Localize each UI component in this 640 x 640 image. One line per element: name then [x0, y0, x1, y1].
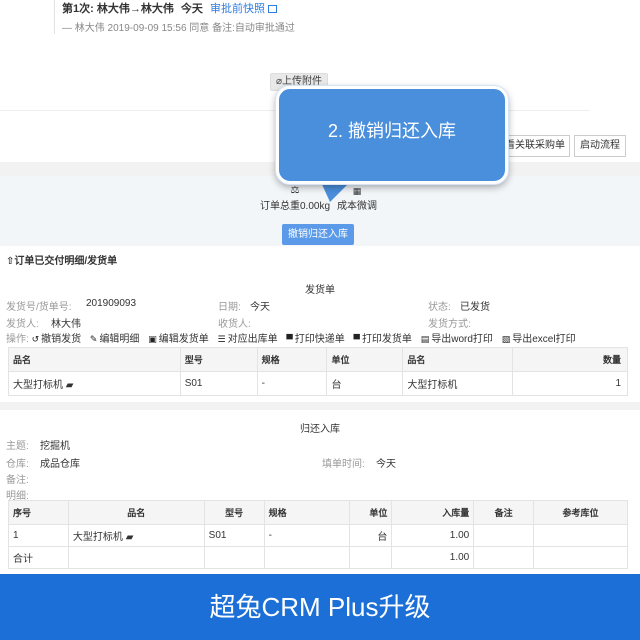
folder-icon[interactable]: ▰	[126, 532, 134, 543]
revoke-ship-button[interactable]: ↺ 撤销发货	[32, 334, 82, 345]
column-header: 备注	[473, 500, 535, 525]
start-flow-button[interactable]: 启动流程	[574, 135, 626, 157]
print-shipping-button[interactable]: ▀ 打印发货单	[354, 334, 412, 345]
timeline-line	[54, 0, 55, 34]
folder-icon[interactable]: ▰	[66, 380, 74, 391]
ship-status-value: 已发货	[460, 302, 490, 313]
export-excel-button[interactable]: ▧ 导出excel打印	[502, 334, 576, 345]
table-cell: 大型打标机 ▰	[8, 371, 181, 396]
print-express-button[interactable]: ▀ 打印快递单	[286, 334, 344, 345]
revoke-return-button[interactable]: 撤销归还入库	[282, 224, 354, 245]
table-cell	[473, 524, 535, 547]
print-icon: ▀	[353, 334, 360, 344]
edit-shipping-button[interactable]: ▣ 编辑发货单	[148, 334, 209, 345]
table-cell: 台	[326, 371, 404, 396]
image-icon[interactable]	[267, 5, 277, 13]
warehouse-label: 仓库:	[6, 459, 29, 470]
word-icon: ▤	[420, 334, 430, 344]
total-label: 合计	[8, 546, 69, 569]
total-row: 合计 1.00	[8, 546, 628, 569]
table-cell: -	[256, 371, 328, 396]
shipping-table: 品名 型号 规格 单位 品名 数量 大型打标机 ▰ S01 - 台 大型打标机 …	[8, 347, 628, 396]
table-cell	[533, 524, 628, 547]
section-title: ⇧订单已交付明细/发货单	[6, 256, 118, 267]
ops-label: 操作:	[6, 334, 29, 345]
approval-round: 第1次:	[62, 3, 94, 15]
column-header: 数量	[512, 347, 628, 372]
column-header: 单位	[326, 347, 404, 372]
sender-value: 林大伟	[51, 319, 81, 330]
total-qty: 1.00	[391, 546, 475, 569]
column-header: 入库量	[391, 500, 475, 525]
table-cell: 大型打标机	[402, 371, 514, 396]
ship-method-label: 发货方式:	[428, 319, 471, 330]
approval-time: 今天	[180, 3, 203, 15]
table-cell	[349, 546, 393, 569]
table-row: 1 大型打标机 ▰ S01 - 台 1.00	[8, 524, 628, 547]
fill-time-value: 今天	[376, 459, 396, 470]
banner-text: 超兔CRM Plus升级	[209, 592, 431, 622]
table-header: 品名 型号 规格 单位 品名 数量	[8, 347, 628, 372]
column-header: 序号	[8, 500, 69, 525]
column-header: 型号	[179, 347, 258, 372]
table-cell: -	[263, 524, 351, 547]
column-header: 品名	[402, 347, 514, 372]
column-header: 参考库位	[533, 500, 628, 525]
return-table: 序号 品名 型号 规格 单位 入库量 备注 参考库位 1 大型打标机 ▰ S01…	[8, 500, 628, 569]
warehouse-value: 成品仓库	[40, 459, 80, 470]
column-header: 规格	[256, 347, 328, 372]
approval-record: 第1次: 林大伟→林大伟 今天 审批前快照	[62, 0, 277, 16]
column-header: 规格	[263, 500, 351, 525]
subject-value: 挖掘机	[40, 441, 70, 452]
approval-path: 林大伟→林大伟	[96, 3, 174, 15]
fill-time-label: 填单时间:	[322, 459, 365, 470]
table-header: 序号 品名 型号 规格 单位 入库量 备注 参考库位	[8, 500, 628, 525]
table-cell: S01	[179, 371, 258, 396]
table-cell	[533, 546, 628, 569]
ship-no-value: 201909093	[86, 298, 137, 309]
divider	[0, 402, 640, 410]
note-label: 备注:	[6, 475, 29, 486]
excel-icon: ▧	[501, 334, 511, 344]
table-cell: 大型打标机 ▰	[67, 524, 205, 547]
table-cell	[203, 546, 265, 569]
table-cell	[67, 546, 205, 569]
print-icon: ▀	[286, 334, 293, 344]
snapshot-link[interactable]: 审批前快照	[210, 3, 265, 15]
table-cell: 台	[349, 524, 393, 547]
callout-text: 2. 撤销归还入库	[327, 121, 456, 141]
table-cell: S01	[203, 524, 265, 547]
outbound-order-button[interactable]: ☰ 对应出库单	[218, 334, 278, 345]
column-header: 品名	[67, 500, 205, 525]
edit-icon: ▣	[148, 334, 157, 344]
ship-date-label: 日期:	[218, 302, 241, 313]
ship-no-label: 发货号/货单号:	[6, 302, 72, 313]
undo-icon: ↺	[31, 334, 40, 344]
shipping-title: 发货单	[305, 285, 335, 296]
export-word-button[interactable]: ▤ 导出word打印	[421, 334, 493, 345]
pencil-icon: ✎	[89, 334, 98, 344]
column-header: 品名	[8, 347, 181, 372]
related-purchase-button[interactable]: 看关联采购单	[500, 135, 570, 157]
column-header: 型号	[203, 500, 265, 525]
approval-detail: — 林大伟 2019-09-09 15:56 同意 备注:自动审批通过	[62, 23, 295, 34]
table-cell: 1	[8, 524, 69, 547]
return-title: 归还入库	[300, 424, 340, 435]
ship-status-label: 状态:	[428, 302, 451, 313]
table-row: 大型打标机 ▰ S01 - 台 大型打标机 1	[8, 371, 628, 396]
table-cell	[263, 546, 351, 569]
list-icon: ☰	[217, 334, 226, 344]
receiver-label: 收货人:	[218, 319, 251, 330]
sender-label: 发货人:	[6, 319, 39, 330]
table-cell	[473, 546, 535, 569]
column-header: 单位	[349, 500, 393, 525]
operation-bar: 操作: ↺ 撤销发货 ✎ 编辑明细 ▣ 编辑发货单 ☰ 对应出库单 ▀ 打印快递单 ▀ 打印…	[6, 330, 582, 345]
ship-date-value: 今天	[250, 302, 270, 313]
edit-detail-button[interactable]: ✎ 编辑明细	[90, 334, 140, 345]
table-cell: 1.00	[391, 524, 475, 547]
subject-label: 主题:	[6, 441, 29, 452]
table-cell: 1	[512, 371, 628, 396]
